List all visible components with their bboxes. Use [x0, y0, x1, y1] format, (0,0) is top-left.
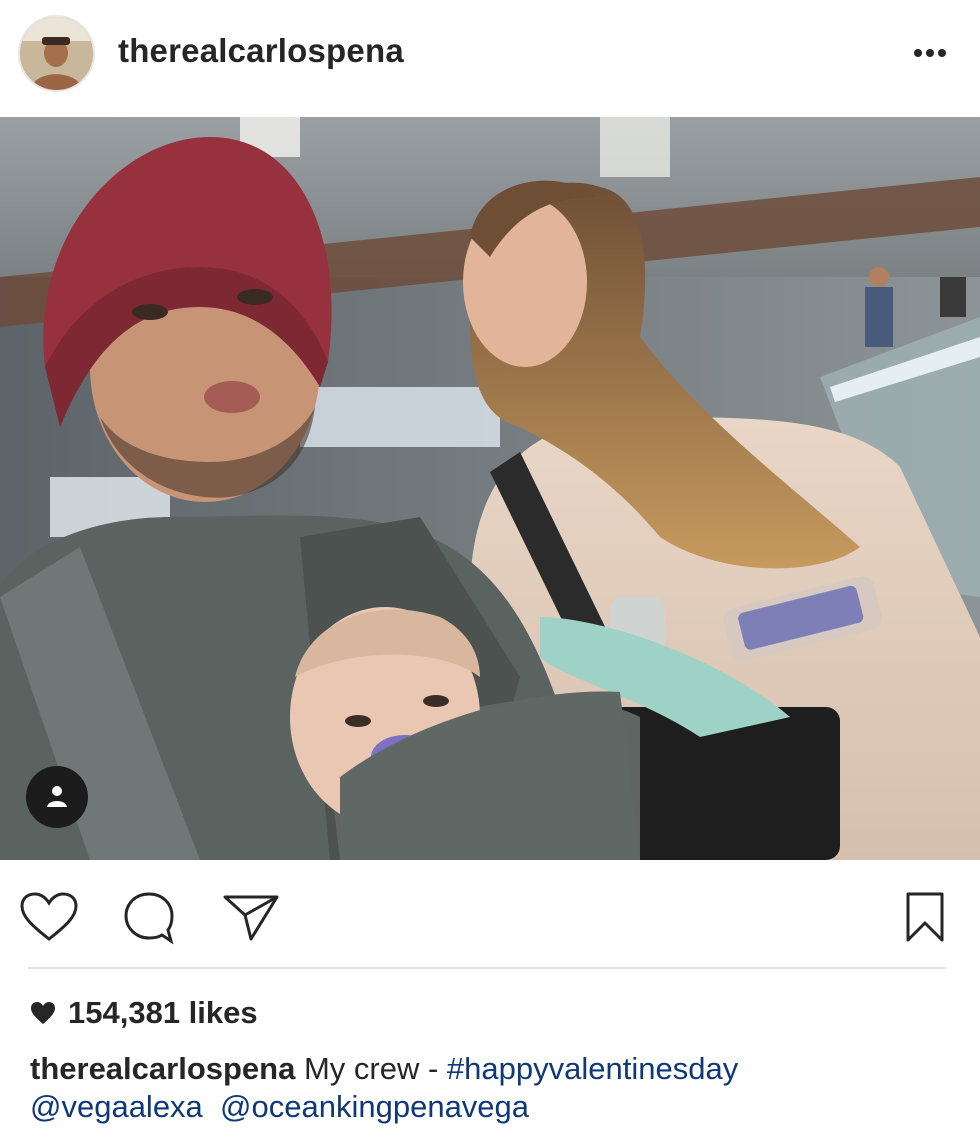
bookmark-icon [906, 892, 944, 942]
paper-plane-icon [223, 895, 279, 941]
divider [28, 967, 946, 969]
heart-filled-icon [30, 1001, 56, 1025]
person-icon [47, 786, 67, 807]
caption-mention-1[interactable]: @vegaalexa [30, 1089, 203, 1124]
caption-username[interactable]: therealcarlospena [30, 1051, 295, 1086]
likes-count[interactable]: 154,381 likes [30, 995, 258, 1031]
post-username[interactable]: therealcarlospena [118, 32, 404, 70]
caption-hashtag[interactable]: #happyvalentinesday [447, 1051, 738, 1086]
caption-mention-2[interactable]: @oceankingpenavega [220, 1089, 529, 1124]
tagged-people-button[interactable] [26, 766, 88, 828]
post-header: therealcarlospena [0, 0, 980, 116]
like-button[interactable] [18, 886, 80, 948]
share-button[interactable] [220, 886, 282, 948]
post-actions-bar [0, 862, 980, 967]
post-caption: therealcarlospena My crew - #happyvalent… [30, 1050, 960, 1126]
caption-text: My crew - [303, 1051, 447, 1086]
likes-text: 154,381 likes [68, 995, 258, 1030]
comment-button[interactable] [118, 886, 180, 948]
user-avatar[interactable] [18, 15, 95, 92]
comment-bubble-icon [124, 892, 174, 945]
heart-outline-icon [20, 892, 78, 941]
post-photo[interactable] [0, 117, 980, 860]
more-horizontal-icon [914, 49, 946, 57]
save-button[interactable] [894, 886, 956, 948]
more-options-button[interactable] [908, 35, 952, 71]
